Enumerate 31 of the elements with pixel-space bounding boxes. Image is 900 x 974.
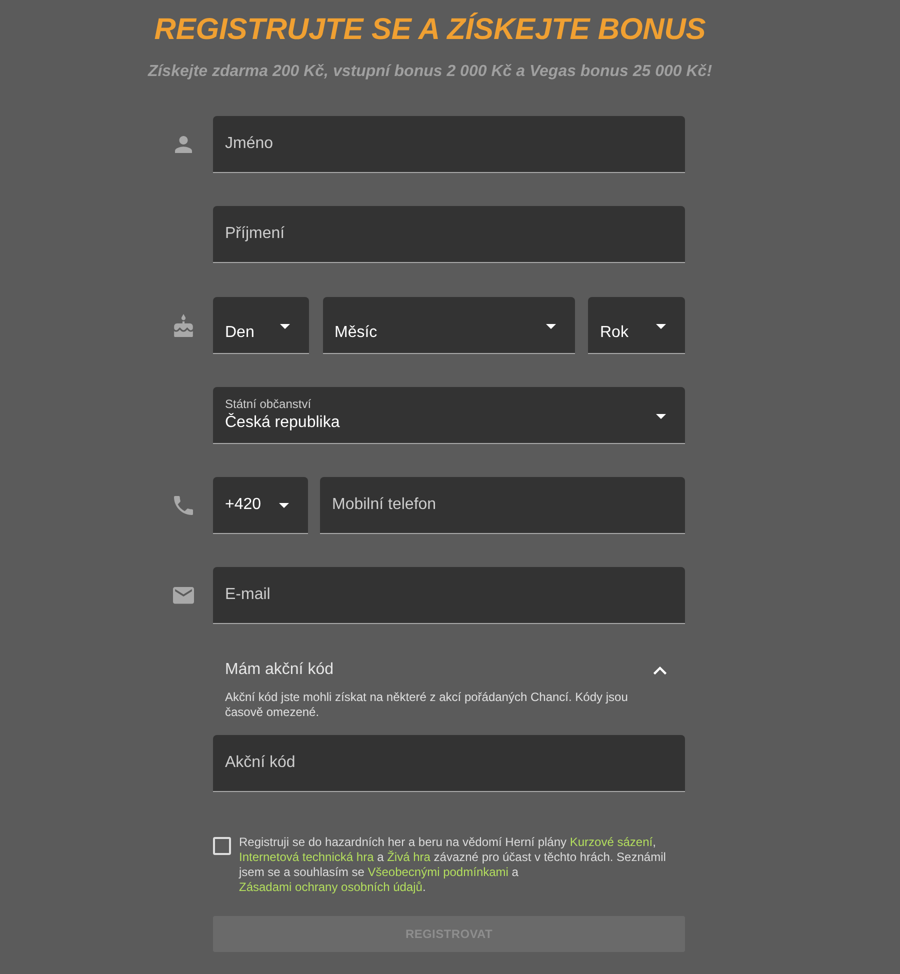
consent-link[interactable]: Zásadami ochrany osobních údajů: [239, 880, 422, 894]
mobile-phone-field[interactable]: Mobilní telefon: [320, 477, 685, 534]
promo-code-field[interactable]: Akční kód: [213, 735, 685, 792]
consent-link[interactable]: Všeobecnými podmínkami: [368, 865, 508, 879]
first-name-field[interactable]: Jméno: [213, 116, 685, 173]
dropdown-caret-icon: [280, 324, 290, 329]
dropdown-caret-icon: [279, 502, 289, 508]
page-title: REGISTRUJTE SE A ZÍSKEJTE BONUS: [154, 12, 706, 48]
promo-code-hint: Akční kód jste mohli získat na některé z akcí pořádaných Chancí. Kódy jsou časově omezené.: [225, 690, 629, 720]
year-dropdown[interactable]: Rok: [588, 297, 685, 354]
dropdown-caret-icon: [656, 324, 666, 329]
phone-icon: [174, 496, 192, 515]
day-dropdown[interactable]: Den: [213, 297, 309, 354]
dropdown-caret-icon: [656, 414, 666, 419]
consent-link[interactable]: Internetová technická hra: [239, 850, 374, 864]
promo-code-toggle[interactable]: Mám akční kód: [213, 652, 685, 688]
phone-prefix-dropdown[interactable]: +420: [213, 477, 308, 534]
consent-link[interactable]: Kurzové sázení: [570, 835, 653, 849]
person-icon: [174, 136, 192, 153]
consent-checkbox[interactable]: [213, 837, 231, 855]
mail-icon: [172, 587, 194, 604]
consent-text: Registruji se do hazardních her a beru na vědomí Herní plány Kurzové sázení, Internetová technická hra a Živá hra závazné pro účast v těchto hrách. Seznámil jsem se a souhlasím se Všeobecnými podmínkami a Zásadami ochrany osobních údajů.: [239, 835, 667, 895]
consent-link[interactable]: Živá hra: [387, 850, 430, 864]
dropdown-caret-icon: [546, 324, 556, 329]
last-name-field[interactable]: Příjmení: [213, 206, 685, 263]
nationality-dropdown[interactable]: Státní občanství Česká republika: [213, 387, 685, 444]
month-dropdown[interactable]: Měsíc: [322, 297, 574, 354]
chevron-up-icon: [653, 666, 667, 674]
cake-icon: [174, 314, 192, 337]
email-field[interactable]: E-mail: [213, 567, 685, 624]
page-subtitle: Získejte zdarma 200 Kč, vstupní bonus 2 000 Kč a Vegas bonus 25 000 Kč!: [148, 62, 712, 82]
